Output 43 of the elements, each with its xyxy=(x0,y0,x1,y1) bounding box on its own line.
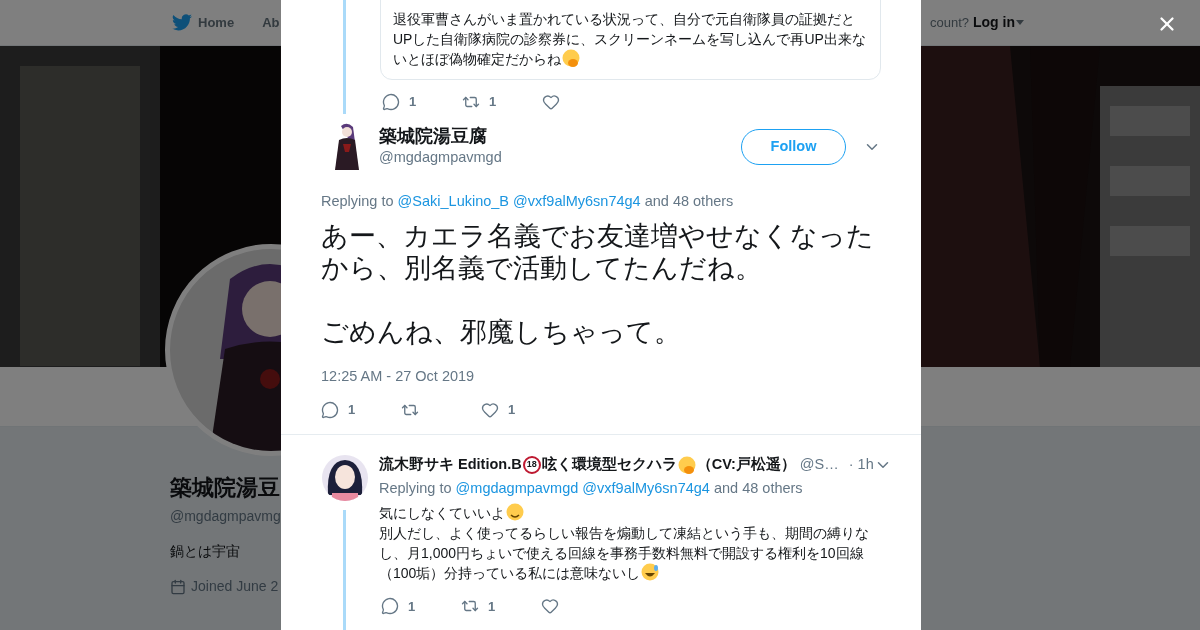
nav-link[interactable]: Ab xyxy=(262,12,280,33)
replying-to-text: Replying to @mgdagmpavmgd @vxf9alMy6sn74g4 and 48 others xyxy=(379,478,804,498)
nav-link[interactable]: Home xyxy=(198,12,235,33)
heart-icon[interactable] xyxy=(542,93,560,111)
reply-icon[interactable] xyxy=(382,93,400,111)
joined-date: Joined June 2 xyxy=(191,577,279,596)
quoted-tweet-card[interactable]: 退役軍曹さんがいま置かれている状況って、自分で元自衛隊員の証拠だとUPした自衛隊病院の診察券に、スクリーンネームを写し込んで再UP出来ないとほぼ偽物確定だからね xyxy=(380,0,881,80)
action-count: 1 xyxy=(489,93,497,112)
user-handle: @S… xyxy=(799,454,839,474)
action-count: 1 xyxy=(409,93,417,112)
profile-name: 築城院湯豆 xyxy=(170,474,280,502)
tweet-time: · 1h xyxy=(848,454,874,474)
mention-link[interactable]: @Saki_Lukino_B xyxy=(397,193,510,209)
user-avatar[interactable] xyxy=(322,454,368,501)
emoji-icon xyxy=(641,563,660,582)
user-name[interactable]: 流木野サキ Edition.B 18 呟く環境型セクハラ （CV:戸松遥） xyxy=(379,454,796,475)
heart-icon[interactable] xyxy=(481,400,499,419)
tweet-text: ごめんね、邪魔しちゃって。 xyxy=(321,315,682,348)
account-prompt-text: count? xyxy=(929,13,969,32)
reply-icon[interactable] xyxy=(321,400,339,419)
replying-to-text: Replying to @Saki_Lukino_B @vxf9alMy6sn74g4 and 48 others xyxy=(321,192,735,211)
mention-link[interactable]: @vxf9alMy6sn74g4 xyxy=(513,193,641,209)
action-count: 1 xyxy=(408,597,416,616)
action-count: 1 xyxy=(508,400,516,419)
heart-icon[interactable] xyxy=(541,597,559,616)
mention-link[interactable]: @mgdagmpavmgd xyxy=(455,479,579,496)
calendar-icon xyxy=(170,578,186,595)
emoji-icon xyxy=(562,49,580,67)
profile-handle: @mgdagmpavmg xyxy=(170,507,281,526)
login-button[interactable]: Log in xyxy=(973,12,1024,33)
emoji-icon xyxy=(677,455,696,474)
tweet-time: 12:25 AM - 27 Oct 2019 xyxy=(321,366,476,386)
quoted-tweet-text: 退役軍曹さんがいま置かれている状況って、自分で元自衛隊員の証拠だとUPした自衛隊病院の診察券に、スクリーンネームを写し込んで再UP出来ないとほぼ偽物確定だからね xyxy=(393,11,866,67)
user-name[interactable]: 築城院湯豆腐 xyxy=(379,125,502,148)
tweet-text: あー、カエラ名義でお友達増やせなくなったから、別名義で活動してたんだね。 xyxy=(321,219,875,284)
profile-bio: 鍋とは宇宙 xyxy=(170,542,240,561)
reply-text: 気にしなくていいよ 別人だし、よく使ってるらしい報告を煽動して凍結という手も、期間の縛りなし、月1,000円ちょいで使える回線を事務手数料無料で開設する権利を10回線（100垢）分持っている私には意味ないし xyxy=(379,505,869,582)
reply-icon[interactable] xyxy=(381,597,399,616)
mention-link[interactable]: @vxf9alMy6sn74g4 xyxy=(582,479,710,496)
user-handle: @mgdagmpavmgd xyxy=(379,148,502,168)
action-count: 1 xyxy=(488,597,496,616)
action-count: 1 xyxy=(348,400,356,419)
emoji-icon xyxy=(506,503,524,522)
